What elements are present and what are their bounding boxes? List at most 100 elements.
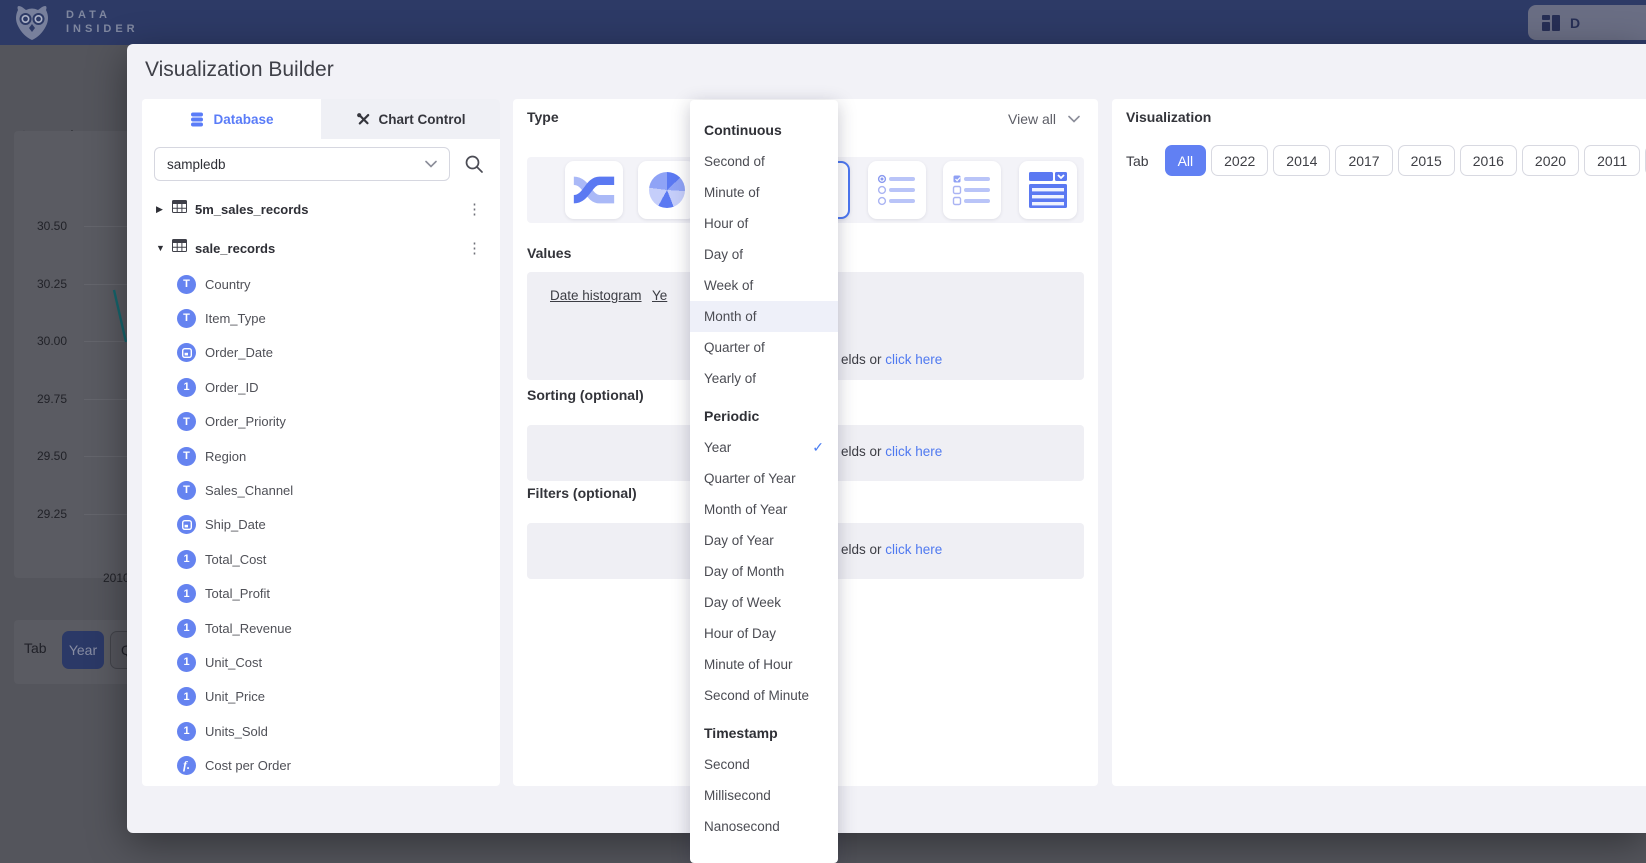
field-name: Country (205, 277, 251, 292)
y-axis-tick: 29.50 (37, 449, 67, 463)
field-row[interactable]: 1Unit_Cost (142, 647, 500, 677)
field-name: Unit_Cost (205, 655, 262, 670)
tab-chart-control[interactable]: Chart Control (321, 99, 500, 139)
dropdown-item[interactable]: Millisecond (690, 780, 838, 811)
text-field-icon: T (177, 481, 196, 500)
field-name: Cost per Order (205, 758, 291, 773)
field-name: Item_Type (205, 311, 266, 326)
field-row[interactable]: TRegion (142, 441, 500, 471)
dropdown-item[interactable]: Quarter of (690, 332, 838, 363)
dropdown-item[interactable]: Second (690, 749, 838, 780)
search-icon[interactable] (464, 154, 484, 174)
table-row[interactable]: ▶5m_sales_records⋮ (142, 194, 500, 224)
viz-tab-2014[interactable]: 2014 (1273, 145, 1330, 176)
dropdown-item[interactable]: Hour of Day (690, 618, 838, 649)
caret-down-icon[interactable]: ▼ (156, 243, 168, 253)
field-name: Order_Priority (205, 414, 286, 429)
dropdown-item[interactable]: Year✓ (690, 432, 838, 463)
dropdown-item[interactable]: Minute of Hour (690, 649, 838, 680)
field-row[interactable]: Order_Date (142, 338, 500, 368)
field-row[interactable]: 1Total_Cost (142, 544, 500, 574)
y-axis-tick: 30.50 (37, 219, 67, 233)
viz-tab-2016[interactable]: 2016 (1460, 145, 1517, 176)
background-year-button[interactable]: Year (62, 631, 104, 669)
field-row[interactable]: 1 Total_Profit (142, 579, 500, 609)
type-section-label: Type (527, 109, 559, 125)
top-navbar: DATA INSIDER D (0, 0, 1646, 45)
view-all-label: View all (1008, 111, 1056, 127)
table-name: sale_records (195, 241, 275, 256)
viz-tab-2011[interactable]: 2011 (1584, 145, 1640, 176)
dropdown-item[interactable]: Day of (690, 239, 838, 270)
chart-type-tile-select-box[interactable] (1019, 161, 1077, 219)
values-section-label: Values (527, 245, 571, 261)
sorting-section-label: Sorting (optional) (527, 387, 644, 403)
viz-tab-all[interactable]: All (1165, 145, 1207, 176)
field-name: Total_Revenue (205, 621, 292, 636)
sorting-hint: elds or click here (841, 444, 942, 459)
dropdown-item[interactable]: Yearly of (690, 363, 838, 394)
field-row[interactable]: 1Unit_Price (142, 682, 500, 712)
view-all-button[interactable]: View all (1008, 111, 1080, 127)
dropdown-item[interactable]: Hour of (690, 208, 838, 239)
dropdown-item[interactable]: Month of (690, 301, 838, 332)
field-row[interactable]: 1Total_Revenue (142, 613, 500, 643)
table-menu-icon[interactable]: ⋮ (467, 239, 482, 257)
date-field-icon (177, 515, 196, 534)
field-name: Total_Profit (205, 586, 270, 601)
dropdown-item[interactable]: Day of Month (690, 556, 838, 587)
caret-right-icon[interactable]: ▶ (156, 204, 168, 215)
database-select[interactable]: sampledb (154, 147, 450, 181)
values-click-here-link[interactable]: click here (885, 352, 942, 367)
tab-database[interactable]: Database (142, 99, 321, 139)
number-field-icon: 1 (177, 378, 196, 397)
filters-section-label: Filters (optional) (527, 485, 637, 501)
value-chip-year[interactable]: Ye (652, 288, 667, 303)
dropdown-item[interactable]: Second of Minute (690, 680, 838, 711)
dropdown-item[interactable]: Day of Week (690, 587, 838, 618)
x-axis-tick: 2010 (103, 571, 130, 585)
dropdown-item[interactable]: Week of (690, 270, 838, 301)
field-row[interactable]: f.Cost per Order (142, 751, 500, 781)
chart-type-tile-sankey[interactable] (565, 161, 623, 219)
field-row[interactable]: Ship_Date (142, 510, 500, 540)
dropdown-item[interactable]: Day of Year (690, 525, 838, 556)
chart-type-tile-pie[interactable] (638, 161, 696, 219)
brand-name: DATA INSIDER (66, 8, 139, 36)
table-row[interactable]: ▼ sale_records ⋮ (142, 233, 500, 263)
sorting-click-here-link[interactable]: click here (885, 444, 942, 459)
filters-click-here-link[interactable]: click here (885, 542, 942, 557)
y-gridline (84, 456, 127, 457)
number-field-icon: 1 (177, 584, 196, 603)
chart-type-tile-radio-list[interactable] (868, 161, 926, 219)
chart-type-tile-checkbox-list[interactable] (943, 161, 1001, 219)
dashboards-button[interactable]: D (1528, 5, 1646, 40)
dropdown-item[interactable]: Minute of (690, 177, 838, 208)
field-row[interactable]: TOrder_Priority (142, 407, 500, 437)
y-axis-tick: 29.75 (37, 392, 67, 406)
y-gridline (84, 284, 127, 285)
field-row[interactable]: 1Order_ID (142, 372, 500, 402)
dropdown-item[interactable]: Month of Year (690, 494, 838, 525)
viz-tab-2017[interactable]: 2017 (1335, 145, 1392, 176)
database-panel: Database Chart Control sampledb ▶5m_sale… (142, 99, 500, 786)
dropdown-item[interactable]: Nanosecond (690, 811, 838, 842)
filters-hint: elds or click here (841, 542, 942, 557)
viz-tab-2020[interactable]: 2020 (1522, 145, 1579, 176)
value-chip-date-histogram[interactable]: Date histogram (550, 288, 642, 303)
viz-tab-2022[interactable]: 2022 (1211, 145, 1268, 176)
field-name: Region (205, 449, 246, 464)
text-field-icon: T (177, 275, 196, 294)
field-row[interactable]: T Country (142, 269, 500, 299)
dropdown-item[interactable]: Quarter of Year (690, 463, 838, 494)
y-axis-tick: 29.25 (37, 507, 67, 521)
field-name: Units_Sold (205, 724, 268, 739)
viz-tab-2015[interactable]: 2015 (1398, 145, 1455, 176)
y-gridline (84, 226, 127, 227)
table-menu-icon[interactable]: ⋮ (467, 200, 482, 218)
chevron-down-icon (1068, 115, 1080, 123)
field-row[interactable]: TSales_Channel (142, 475, 500, 505)
dropdown-item[interactable]: Second of (690, 146, 838, 177)
field-row[interactable]: TItem_Type (142, 303, 500, 333)
field-row[interactable]: 1Units_Sold (142, 716, 500, 746)
